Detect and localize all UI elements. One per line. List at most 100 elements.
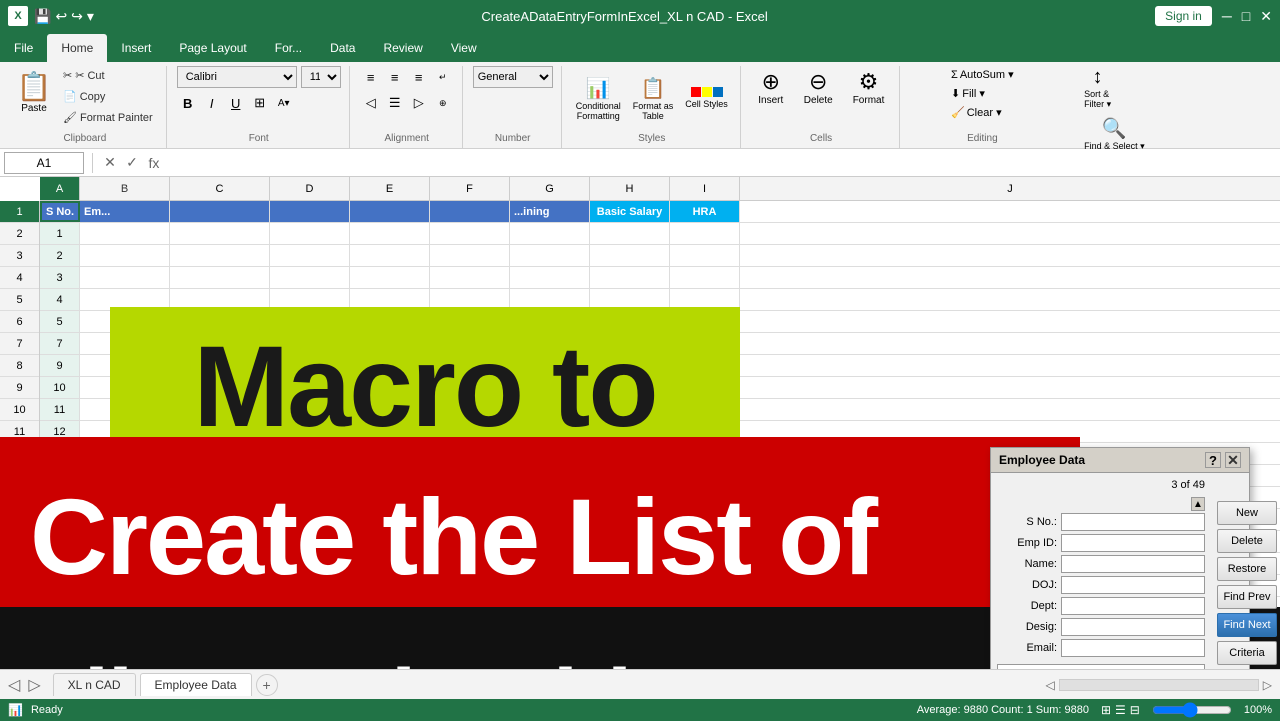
cell-i16[interactable] xyxy=(670,531,740,552)
cell-i17[interactable] xyxy=(670,553,740,574)
bold-button[interactable]: B xyxy=(177,92,199,114)
cell-b14[interactable]: XNC400 xyxy=(80,487,170,508)
cell-h11[interactable] xyxy=(590,421,670,442)
paste-button[interactable]: 📋 Paste xyxy=(12,66,56,118)
cell-b10[interactable] xyxy=(80,399,170,420)
tab-insert[interactable]: Insert xyxy=(107,34,165,62)
cell-b3[interactable] xyxy=(80,245,170,266)
cell-b13[interactable]: XNC399 xyxy=(80,465,170,486)
cell-a10[interactable]: 11 xyxy=(40,399,80,420)
cell-e1[interactable] xyxy=(350,201,430,222)
format-table-button[interactable]: 📋 Format asTable xyxy=(629,74,678,123)
align-top-left-button[interactable]: ≡ xyxy=(360,66,382,88)
cell-c16[interactable] xyxy=(170,531,270,552)
field-input-empid[interactable] xyxy=(1061,534,1205,552)
cell-g16[interactable] xyxy=(510,531,590,552)
cell-g3[interactable] xyxy=(510,245,590,266)
cell-g15[interactable] xyxy=(510,509,590,530)
cell-f17[interactable] xyxy=(430,553,510,574)
row-num-7[interactable]: 7 xyxy=(0,333,39,355)
col-header-e[interactable]: E xyxy=(350,177,430,200)
cell-c12[interactable] xyxy=(170,443,270,464)
cell-h7[interactable] xyxy=(590,333,670,354)
row-num-13[interactable]: 13 xyxy=(0,465,39,487)
cell-c17[interactable] xyxy=(170,553,270,574)
cell-j10[interactable] xyxy=(740,399,1280,420)
undo-icon[interactable]: ↩ xyxy=(55,8,67,25)
fill-button[interactable]: ⬇ Fill ▾ xyxy=(949,85,987,102)
cell-h15[interactable] xyxy=(590,509,670,530)
cell-i3[interactable] xyxy=(670,245,740,266)
tab-review[interactable]: Review xyxy=(369,34,436,62)
cell-d12[interactable] xyxy=(270,443,350,464)
clear-button[interactable]: 🧹 Clear ▾ xyxy=(949,104,1004,121)
redo-icon[interactable]: ↪ xyxy=(71,8,83,25)
cell-f15[interactable] xyxy=(430,509,510,530)
confirm-formula-button[interactable]: ✓ xyxy=(123,154,141,171)
align-center-button[interactable]: ☰ xyxy=(384,92,406,114)
cell-c7[interactable] xyxy=(170,333,270,354)
field-input-sno[interactable] xyxy=(1061,513,1205,531)
normal-view-button[interactable]: ⊞ xyxy=(1101,703,1111,717)
tab-formulas[interactable]: For... xyxy=(261,34,316,62)
tab-file[interactable]: File xyxy=(0,34,47,62)
cell-i10[interactable] xyxy=(670,399,740,420)
cell-f1[interactable] xyxy=(430,201,510,222)
cell-h5[interactable] xyxy=(590,289,670,310)
sheet-tab-employee-data[interactable]: Employee Data xyxy=(140,673,252,696)
cell-a1[interactable]: S No. xyxy=(40,201,80,222)
cell-i12[interactable] xyxy=(670,443,740,464)
cell-g4[interactable] xyxy=(510,267,590,288)
signin-button[interactable]: Sign in xyxy=(1155,6,1212,26)
cell-b4[interactable] xyxy=(80,267,170,288)
cell-i5[interactable] xyxy=(670,289,740,310)
horizontal-scroll-left[interactable]: ◁ xyxy=(1046,678,1055,692)
field-input-email[interactable] xyxy=(1061,639,1205,657)
align-top-right-button[interactable]: ≡ xyxy=(408,66,430,88)
cell-i4[interactable] xyxy=(670,267,740,288)
row-num-5[interactable]: 5 xyxy=(0,289,39,311)
cell-i1[interactable]: HRA xyxy=(670,201,740,222)
autosum-button[interactable]: Σ AutoSum ▾ xyxy=(949,66,1016,83)
cell-a5[interactable]: 4 xyxy=(40,289,80,310)
col-header-g[interactable]: G xyxy=(510,177,590,200)
field-input-desig[interactable] xyxy=(1061,618,1205,636)
cell-d13[interactable] xyxy=(270,465,350,486)
align-top-center-button[interactable]: ≡ xyxy=(384,66,406,88)
cell-i13[interactable] xyxy=(670,465,740,486)
cell-h14[interactable] xyxy=(590,487,670,508)
cell-d6[interactable] xyxy=(270,311,350,332)
scroll-up-button[interactable]: ▲ xyxy=(1191,497,1205,511)
restore-button[interactable]: Restore xyxy=(1217,557,1277,581)
tab-page-layout[interactable]: Page Layout xyxy=(165,34,260,62)
col-header-d[interactable]: D xyxy=(270,177,350,200)
col-header-h[interactable]: H xyxy=(590,177,670,200)
cell-e9[interactable] xyxy=(350,377,430,398)
dialog-delete-button[interactable]: Delete xyxy=(1217,529,1277,553)
cell-j7[interactable] xyxy=(740,333,1280,354)
copy-button[interactable]: 📄 Copy xyxy=(58,87,158,106)
col-header-c[interactable]: C xyxy=(170,177,270,200)
tab-data[interactable]: Data xyxy=(316,34,369,62)
cell-g9[interactable] xyxy=(510,377,590,398)
cell-g13[interactable] xyxy=(510,465,590,486)
cell-e14[interactable] xyxy=(350,487,430,508)
cell-e8[interactable] xyxy=(350,355,430,376)
format-button[interactable]: ⚙ Format xyxy=(846,66,892,109)
cell-b7[interactable] xyxy=(80,333,170,354)
row-num-9[interactable]: 9 xyxy=(0,377,39,399)
row-num-16[interactable]: 16 xyxy=(0,531,39,553)
dialog-help-icon[interactable]: ? xyxy=(1205,452,1221,468)
cell-h13[interactable] xyxy=(590,465,670,486)
cell-d5[interactable] xyxy=(270,289,350,310)
font-family-select[interactable]: Calibri xyxy=(177,66,297,88)
find-next-button[interactable]: Find Next xyxy=(1217,613,1277,637)
cell-e15[interactable] xyxy=(350,509,430,530)
cell-e16[interactable] xyxy=(350,531,430,552)
cell-h2[interactable] xyxy=(590,223,670,244)
cell-e10[interactable] xyxy=(350,399,430,420)
cell-a6[interactable]: 5 xyxy=(40,311,80,332)
cell-g6[interactable] xyxy=(510,311,590,332)
cell-f5[interactable] xyxy=(430,289,510,310)
sheet-nav-left[interactable]: ◁ xyxy=(8,675,20,695)
